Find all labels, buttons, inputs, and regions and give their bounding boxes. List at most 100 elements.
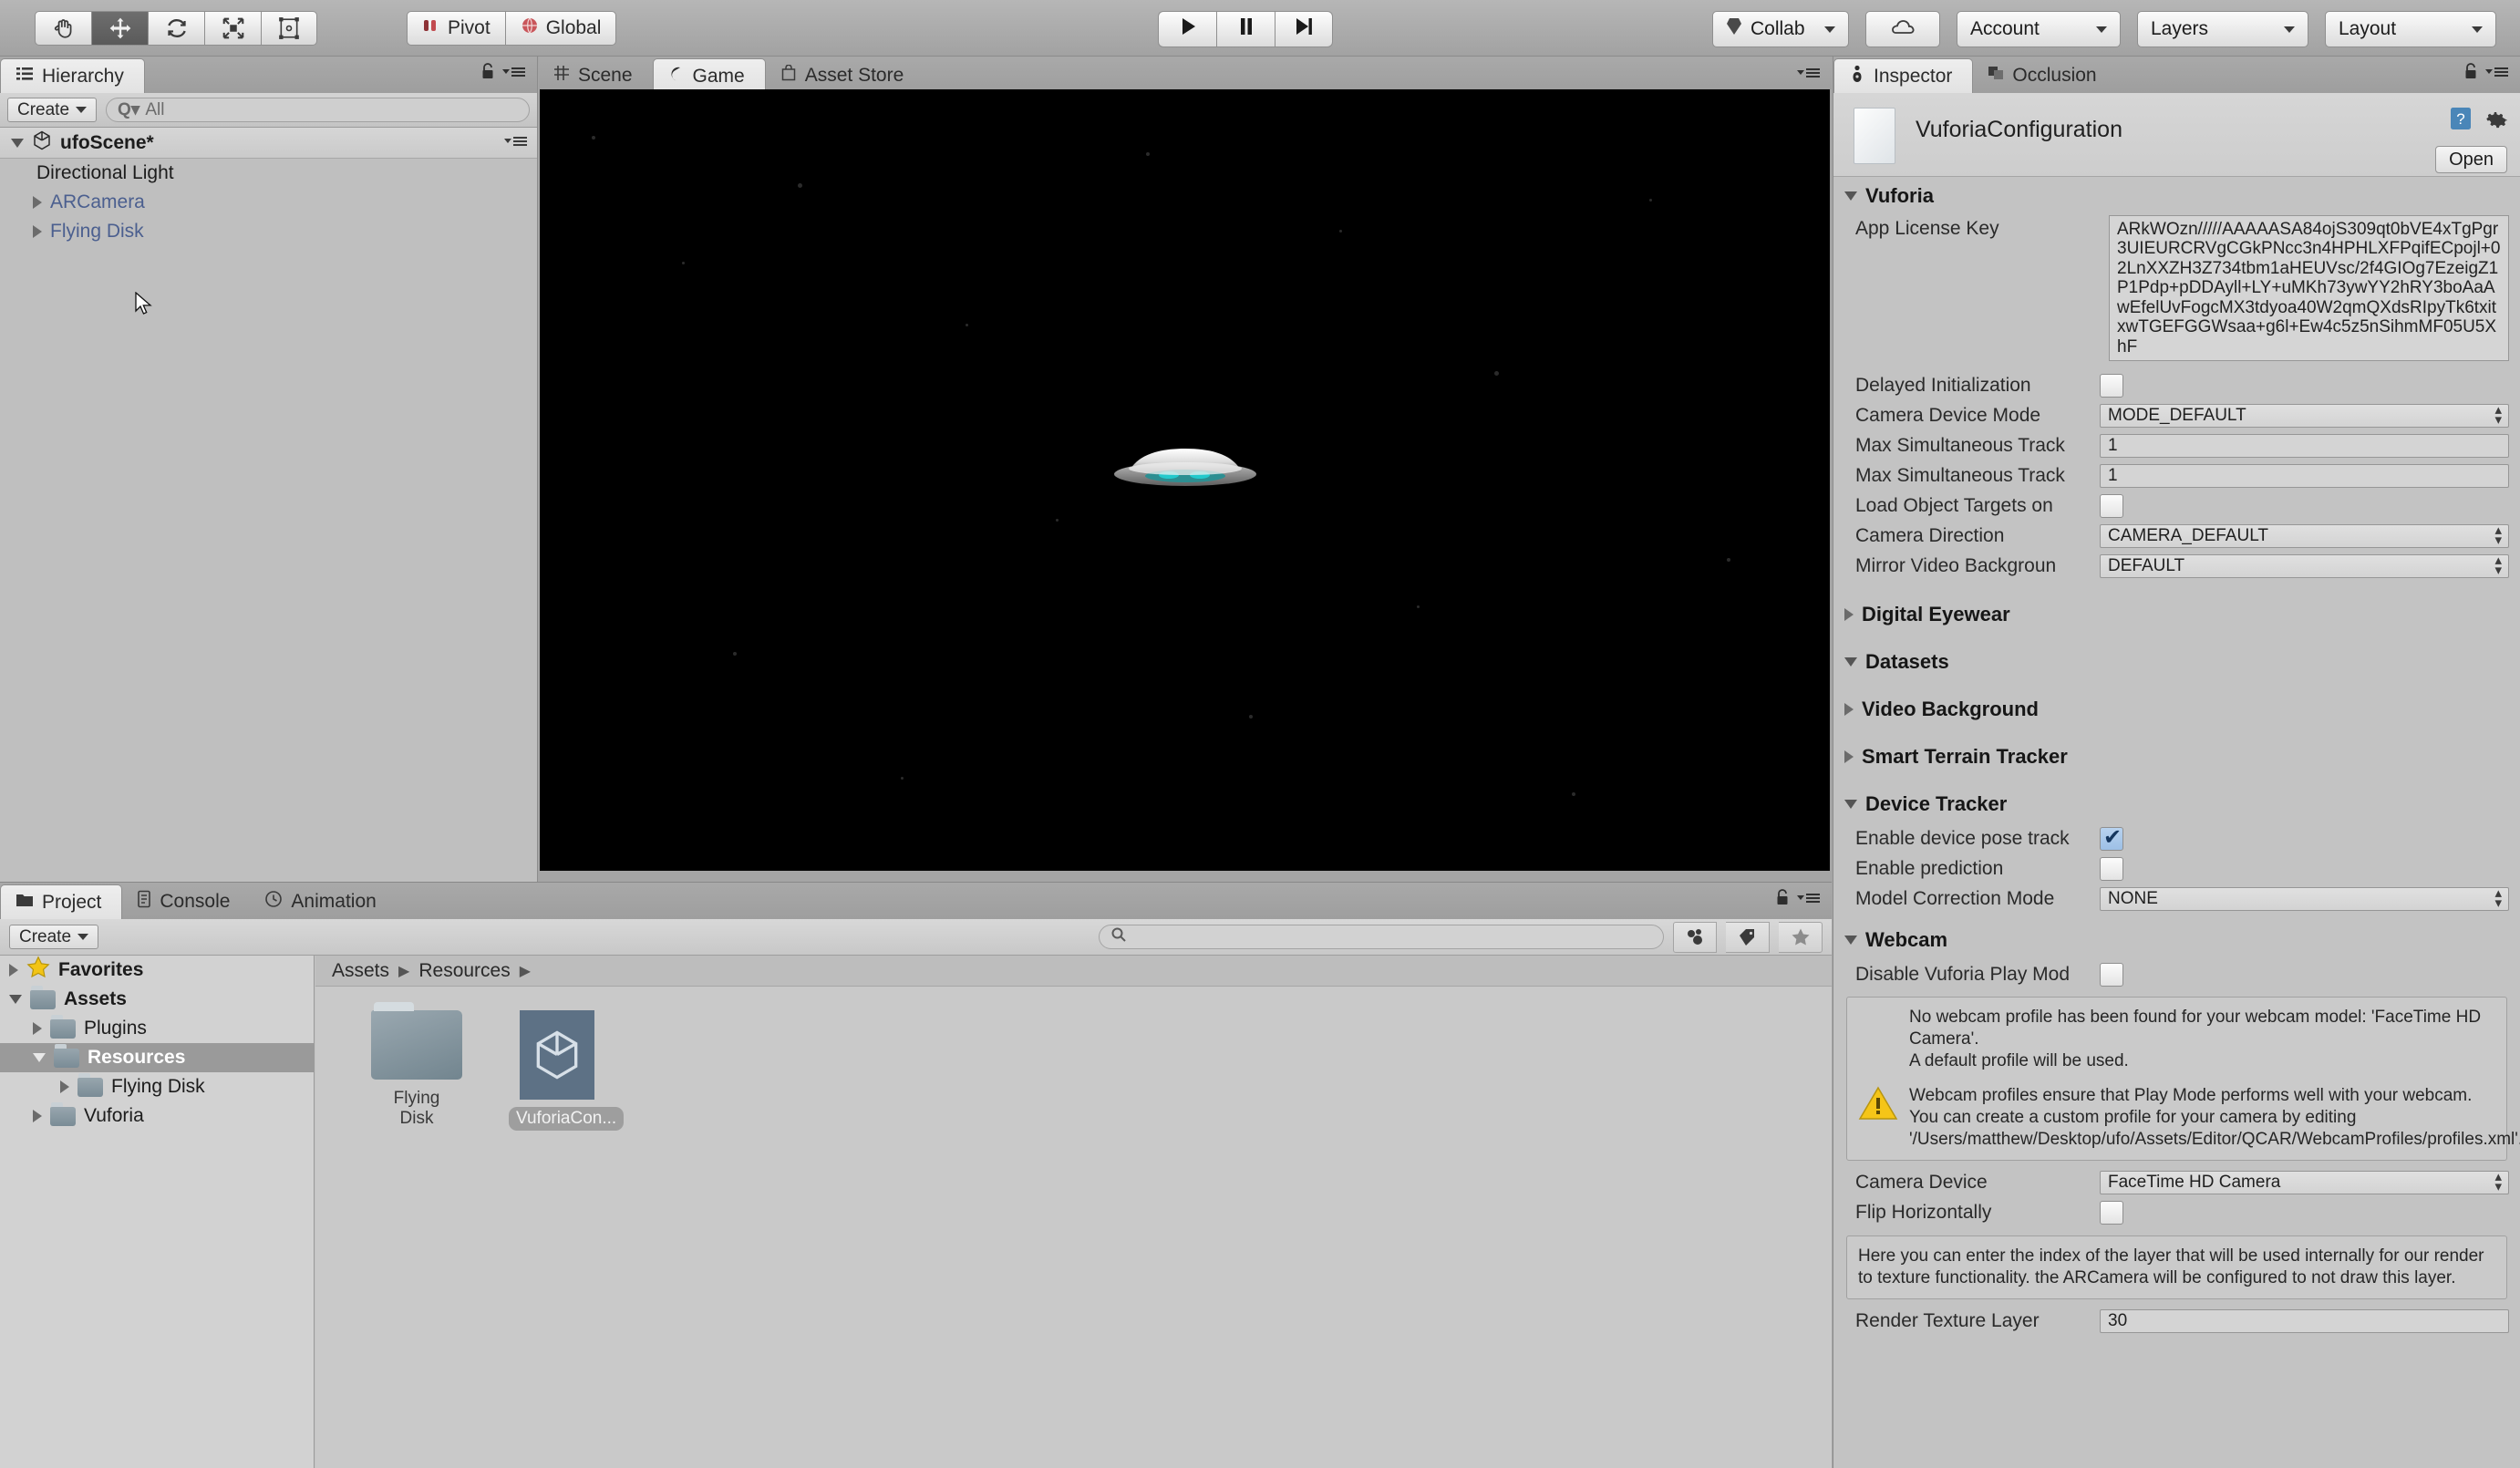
pivot-button[interactable]: Pivot	[407, 11, 505, 46]
mirror-video-background-dropdown[interactable]: DEFAULT ▴▾	[2100, 554, 2509, 578]
tree-item-resources[interactable]: Resources	[0, 1043, 314, 1072]
rect-tool-button[interactable]	[261, 11, 317, 46]
tree-item-favorites[interactable]: Favorites	[0, 956, 314, 985]
hierarchy-item-arcamera[interactable]: ARCamera	[0, 188, 537, 217]
move-tool-button[interactable]	[91, 11, 148, 46]
hamburger-menu-icon[interactable]	[2485, 63, 2509, 85]
tree-item-vuforia[interactable]: Vuforia	[0, 1101, 314, 1131]
pivot-label: Pivot	[448, 17, 491, 39]
section-webcam-header[interactable]: Webcam	[1833, 921, 2520, 959]
layout-button[interactable]: Layout	[2325, 11, 2496, 47]
global-button[interactable]: Global	[505, 11, 617, 46]
lock-icon[interactable]	[1775, 888, 1790, 912]
enable-device-pose-tracking-checkbox[interactable]	[2100, 827, 2123, 851]
chevron-down-icon[interactable]	[33, 1053, 46, 1062]
camera-direction-dropdown[interactable]: CAMERA_DEFAULT ▴▾	[2100, 524, 2509, 548]
delayed-initialization-checkbox[interactable]	[2100, 374, 2123, 398]
pause-button[interactable]	[1216, 11, 1275, 47]
filter-label-button[interactable]	[1726, 922, 1770, 953]
section-video-background-header[interactable]: Video Background	[1833, 690, 2520, 729]
chevron-right-icon[interactable]	[60, 1080, 69, 1093]
favorites-filter-button[interactable]	[1779, 922, 1823, 953]
chevron-right-icon[interactable]	[1844, 608, 1854, 621]
camera-device-mode-dropdown[interactable]: MODE_DEFAULT ▴▾	[2100, 404, 2509, 428]
chevron-down-icon[interactable]	[1844, 936, 1857, 945]
scene-menu-icon[interactable]	[504, 132, 528, 154]
layers-button[interactable]: Layers	[2137, 11, 2308, 47]
camera-device-dropdown[interactable]: FaceTime HD Camera ▴▾	[2100, 1171, 2509, 1194]
tab-game[interactable]: Game	[653, 58, 766, 93]
hierarchy-scene-row[interactable]: ufoScene*	[0, 128, 537, 159]
flying-disk-object[interactable]	[1112, 445, 1258, 496]
hamburger-menu-icon[interactable]	[1797, 64, 1821, 86]
tab-inspector[interactable]: Inspector	[1833, 58, 1973, 93]
chevron-down-icon[interactable]	[11, 139, 24, 148]
tab-console[interactable]: Console	[122, 884, 250, 919]
chevron-right-icon[interactable]	[1844, 703, 1854, 716]
gear-icon[interactable]	[2484, 107, 2507, 136]
tab-scene[interactable]: Scene	[539, 58, 653, 93]
max-simultaneous-track-input[interactable]: 1	[2100, 464, 2509, 488]
section-digital-eyewear-header[interactable]: Digital Eyewear	[1833, 595, 2520, 634]
chevron-right-icon[interactable]	[9, 964, 18, 977]
model-correction-mode-dropdown[interactable]: NONE ▴▾	[2100, 887, 2509, 911]
tab-asset-store[interactable]: Asset Store	[766, 58, 924, 93]
project-search-input[interactable]	[1099, 925, 1664, 949]
render-texture-layer-input[interactable]: 30	[2100, 1309, 2509, 1333]
lock-icon[interactable]	[480, 62, 495, 86]
asset-item-flying-disk[interactable]: Flying Disk	[368, 1010, 465, 1131]
chevron-down-icon[interactable]	[1844, 657, 1857, 667]
hamburger-menu-icon[interactable]	[502, 63, 526, 85]
hierarchy-search-input[interactable]: Q▾ All	[106, 98, 530, 122]
breadcrumb-assets[interactable]: Assets	[332, 960, 389, 982]
open-button[interactable]: Open	[2435, 146, 2507, 173]
tree-item-plugins[interactable]: Plugins	[0, 1014, 314, 1043]
game-canvas[interactable]	[540, 89, 1830, 871]
chevron-down-icon[interactable]	[1844, 800, 1857, 809]
hierarchy-item-directional-light[interactable]: Directional Light	[0, 159, 537, 188]
chevron-right-icon[interactable]	[33, 196, 42, 209]
globe-icon	[521, 16, 539, 40]
hierarchy-item-flying-disk[interactable]: Flying Disk	[0, 217, 537, 246]
scale-tool-button[interactable]	[204, 11, 261, 46]
hamburger-menu-icon[interactable]	[1797, 889, 1821, 911]
tree-item-assets[interactable]: Assets	[0, 985, 314, 1014]
enable-prediction-checkbox[interactable]	[2100, 857, 2123, 881]
asset-item-vuforia-configuration[interactable]: VuforiaCon...	[509, 1010, 605, 1131]
collab-button[interactable]: Collab	[1712, 11, 1849, 47]
play-button[interactable]	[1158, 11, 1216, 47]
filter-type-button[interactable]	[1673, 922, 1717, 953]
load-object-targets-checkbox[interactable]	[2100, 494, 2123, 518]
max-simultaneous-track-input[interactable]: 1	[2100, 434, 2509, 458]
project-create-button[interactable]: Create	[9, 925, 98, 949]
rotate-tool-button[interactable]	[148, 11, 204, 46]
chevron-right-icon[interactable]	[1844, 750, 1854, 763]
disable-play-mode-checkbox[interactable]	[2100, 963, 2123, 987]
cloud-button[interactable]	[1865, 11, 1940, 47]
flip-horizontally-checkbox[interactable]	[2100, 1201, 2123, 1225]
section-smart-terrain-header[interactable]: Smart Terrain Tracker	[1833, 738, 2520, 776]
section-datasets-header[interactable]: Datasets	[1833, 643, 2520, 681]
account-button[interactable]: Account	[1957, 11, 2121, 47]
hand-tool-button[interactable]	[35, 11, 91, 46]
section-device-tracker-header[interactable]: Device Tracker	[1833, 785, 2520, 823]
app-license-key-field[interactable]: ARkWOzn/////AAAAASA84ojS309qt0bVE4xTgPgr…	[2109, 215, 2509, 361]
hierarchy-create-button[interactable]: Create	[7, 98, 97, 122]
tab-hierarchy[interactable]: Hierarchy	[0, 58, 145, 93]
game-render-area[interactable]	[539, 89, 1832, 882]
tree-item-flying-disk[interactable]: Flying Disk	[0, 1072, 314, 1101]
breadcrumb-resources[interactable]: Resources	[418, 960, 510, 982]
chevron-right-icon[interactable]	[33, 1022, 42, 1035]
lock-icon[interactable]	[2463, 62, 2478, 86]
chevron-down-icon[interactable]	[9, 995, 22, 1004]
mirror-video-background-label: Mirror Video Backgroun	[1855, 555, 2100, 577]
tab-animation[interactable]: Animation	[250, 884, 396, 919]
tab-occlusion[interactable]: Occlusion	[1973, 58, 2116, 93]
chevron-right-icon[interactable]	[33, 225, 42, 238]
help-icon[interactable]: ?	[2449, 106, 2473, 137]
section-vuforia-header[interactable]: Vuforia	[1833, 177, 2520, 215]
chevron-right-icon[interactable]	[33, 1110, 42, 1122]
tab-project[interactable]: Project	[0, 884, 122, 919]
chevron-down-icon[interactable]	[1844, 191, 1857, 201]
step-button[interactable]	[1275, 11, 1333, 47]
